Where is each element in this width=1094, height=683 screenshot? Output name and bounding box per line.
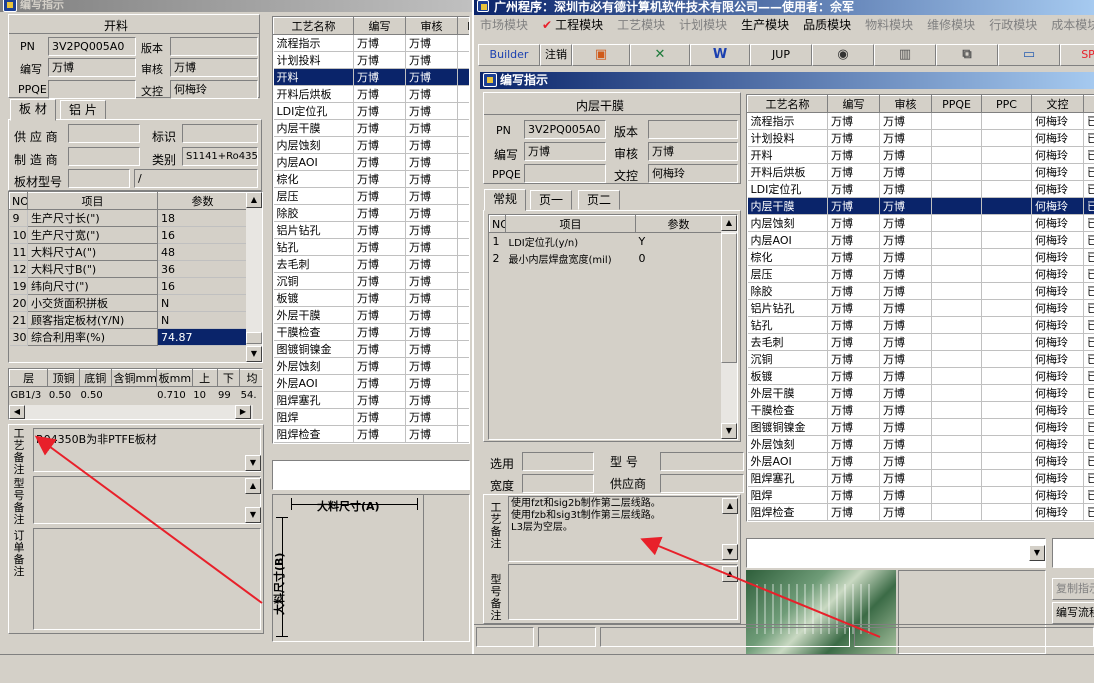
annotation-arrow-right [640,536,881,638]
annotation-arrow-left [34,435,263,604]
tab-board-material[interactable]: 板 材 [10,99,56,121]
tab-general[interactable]: 常规 [484,189,527,211]
annotation-overlay [34,435,881,638]
